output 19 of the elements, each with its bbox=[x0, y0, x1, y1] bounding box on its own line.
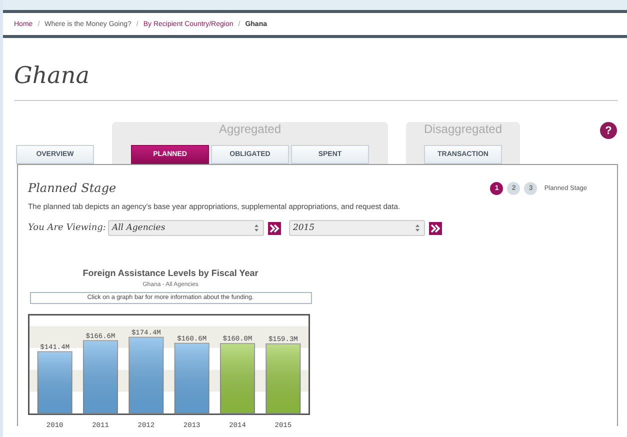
bar[interactable] bbox=[220, 343, 255, 414]
tab-group-title: Disaggregated bbox=[424, 122, 502, 138]
tab-group-title: Aggregated bbox=[218, 122, 282, 138]
help-button[interactable]: ? bbox=[600, 122, 617, 139]
bar[interactable] bbox=[266, 343, 301, 414]
viewing-label: You Are Viewing: bbox=[28, 223, 106, 233]
section-title: Planned Stage bbox=[28, 181, 116, 195]
chart-title: Foreign Assistance Levels by Fiscal Year bbox=[82, 268, 258, 278]
bar[interactable] bbox=[83, 340, 118, 414]
bar[interactable] bbox=[128, 336, 164, 414]
bar[interactable] bbox=[174, 342, 210, 414]
go-button[interactable] bbox=[428, 222, 442, 234]
updown-arrow-icon bbox=[254, 224, 259, 232]
go-button[interactable] bbox=[268, 222, 281, 234]
updown-arrow-icon bbox=[414, 224, 420, 232]
dropdown[interactable]: 2015 bbox=[288, 220, 425, 236]
dropdown[interactable]: All Agencies bbox=[108, 220, 264, 236]
page-title: Ghana bbox=[14, 62, 90, 90]
bar[interactable] bbox=[37, 351, 72, 414]
